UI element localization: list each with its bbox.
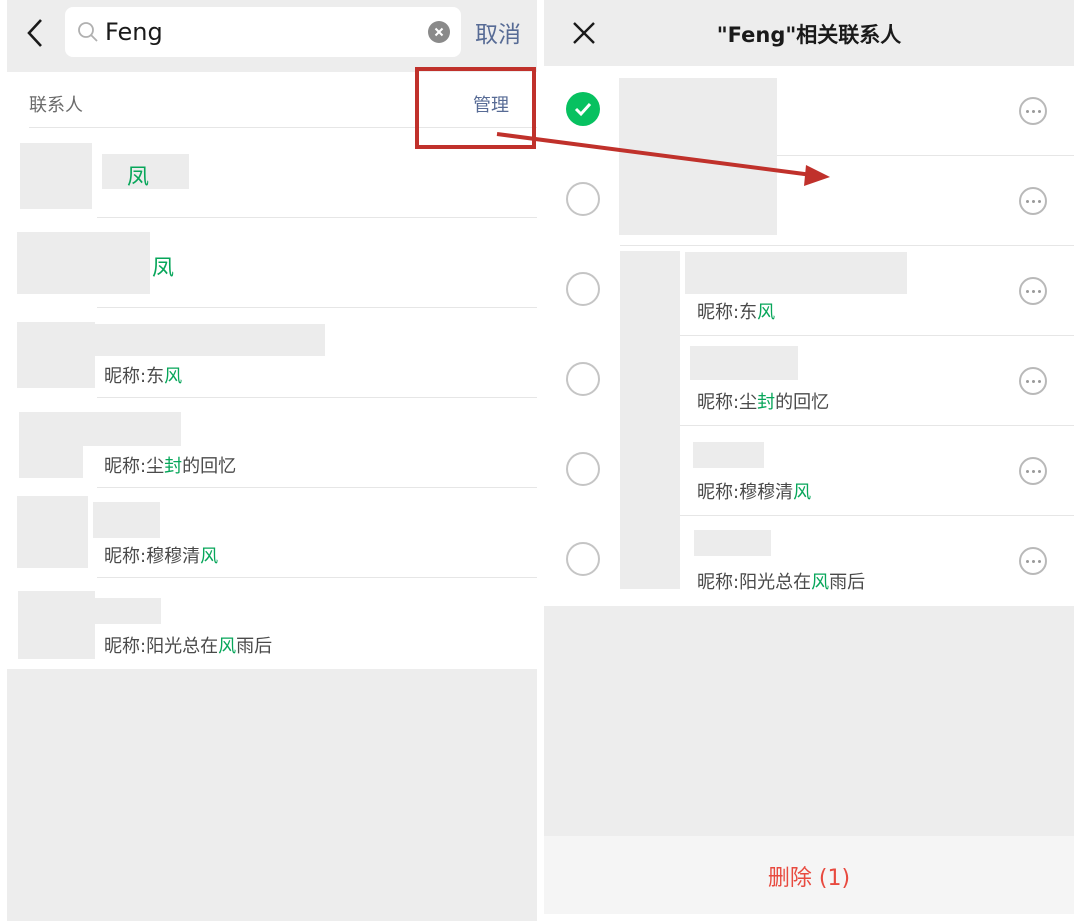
bottom-action-bar: 删除 (1) (544, 836, 1074, 914)
contact-nickname: 昵称:东风 (104, 366, 183, 387)
checkbox[interactable] (566, 452, 600, 486)
checkbox-checked[interactable] (566, 92, 600, 126)
contact-row[interactable]: 凤 (7, 218, 537, 308)
contact-nickname: 昵称:穆穆清风 (104, 546, 219, 567)
more-button[interactable] (1019, 277, 1047, 305)
delete-button[interactable]: 删除 (1) (544, 860, 1074, 892)
selection-header: "Feng"相关联系人 (544, 0, 1074, 66)
contact-row[interactable]: 昵称:东风 (7, 308, 537, 398)
cancel-button[interactable]: 取消 (475, 15, 521, 49)
clear-button[interactable] (428, 21, 450, 43)
redacted-name (95, 324, 325, 356)
search-header: 取消 (7, 0, 537, 72)
redacted-name (83, 412, 181, 446)
right-screen: "Feng"相关联系人 昵称:东风 昵称:尘封的回忆 昵称:穆穆清风 昵称:阳光… (544, 0, 1074, 921)
checkbox[interactable] (566, 182, 600, 216)
checkbox[interactable] (566, 272, 600, 306)
avatar (17, 232, 150, 294)
avatar (20, 143, 92, 209)
section-title: 联系人 (29, 95, 83, 116)
avatar (17, 496, 88, 568)
redacted-name (95, 598, 161, 624)
more-button[interactable] (1019, 97, 1047, 125)
contact-row[interactable]: 昵称:尘封的回忆 (7, 398, 537, 488)
avatar (619, 78, 777, 235)
avatar (18, 591, 95, 659)
redacted-name (93, 502, 160, 538)
annotation-highlight-box (415, 67, 536, 149)
checkbox[interactable] (566, 542, 600, 576)
contact-row[interactable]: 昵称:阳光总在风雨后 (7, 578, 537, 668)
avatar (19, 412, 83, 478)
contact-name-match: 凤 (152, 256, 175, 281)
empty-area (544, 606, 1074, 836)
contact-nickname: 昵称:东风 (697, 302, 776, 323)
contact-nickname: 昵称:阳光总在风雨后 (697, 572, 866, 593)
avatar-column (620, 251, 680, 589)
search-box[interactable] (65, 7, 461, 57)
contact-nickname: 昵称:尘封的回忆 (104, 456, 237, 477)
search-icon (78, 22, 98, 42)
contact-nickname: 昵称:阳光总在风雨后 (104, 636, 273, 657)
page-title: "Feng"相关联系人 (716, 23, 902, 47)
chevron-left-icon (27, 19, 42, 47)
redacted-name (693, 442, 764, 468)
empty-area (7, 669, 537, 921)
avatar (17, 322, 95, 388)
contact-nickname: 昵称:尘封的回忆 (697, 392, 830, 413)
redacted-name (690, 346, 798, 380)
more-button[interactable] (1019, 367, 1047, 395)
contact-name-match: 凤 (127, 165, 150, 190)
more-button[interactable] (1019, 457, 1047, 485)
search-input[interactable] (105, 15, 405, 49)
contact-nickname: 昵称:穆穆清风 (697, 482, 812, 503)
contact-row[interactable]: 昵称:穆穆清风 (7, 488, 537, 578)
check-icon (574, 102, 592, 117)
checkbox[interactable] (566, 362, 600, 396)
back-button[interactable] (21, 16, 51, 50)
redacted-name (685, 252, 907, 294)
more-button[interactable] (1019, 547, 1047, 575)
more-button[interactable] (1019, 187, 1047, 215)
redacted-name (694, 530, 771, 556)
clear-icon (434, 27, 444, 37)
